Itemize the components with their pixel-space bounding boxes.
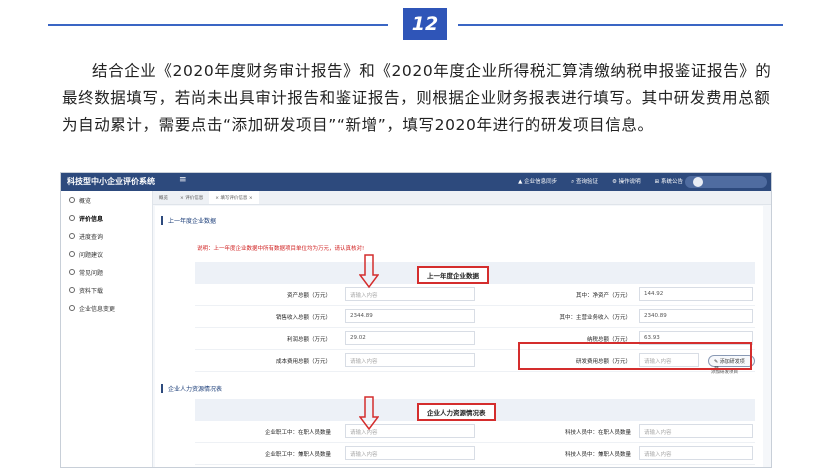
sidebar: 概览 评价信息 进度查询 问题建议 常见问题 资料下载 企业信息变更 [61, 191, 153, 467]
table-header-last-year: 上一年度企业数据 [195, 262, 755, 284]
main-business-income-input[interactable]: 2340.89 [639, 309, 753, 323]
sidebar-item-evaluation[interactable]: 评价信息 [61, 209, 152, 227]
app-title: 科技型中小企业评价系统 [67, 177, 155, 186]
tab-fill-evaluation[interactable]: × 填写评价信息 × [209, 191, 259, 204]
circle-icon [69, 287, 75, 293]
field-label: 企业职工中：在职人员数量 [264, 430, 331, 436]
sidebar-item-label: 企业信息变更 [79, 305, 116, 313]
step-number-badge: 12 [403, 8, 447, 40]
form-row: 资产总额（万元） 请输入内容 其中：净资产（万元） 144.92 [195, 284, 755, 306]
total-sales-input[interactable]: 2344.89 [345, 309, 475, 323]
total-assets-input[interactable]: 请输入内容 [345, 287, 475, 301]
total-cost-input[interactable]: 请输入内容 [345, 353, 475, 367]
circle-icon [69, 269, 75, 275]
circle-icon [69, 233, 75, 239]
top-nav-item-query[interactable]: ⌕ 查询验证 [571, 177, 598, 186]
sidebar-item-progress[interactable]: 进度查询 [61, 227, 152, 245]
down-arrow-icon [359, 396, 379, 431]
table-header-hr: 企业人力资源情况表 [195, 399, 755, 421]
field-label: 科技人员中：在职人员数量 [564, 430, 631, 436]
sidebar-item-label: 评价信息 [79, 215, 104, 223]
tab-overview[interactable]: 概览 [153, 191, 174, 204]
parttime-tech-staff-input[interactable]: 请输入内容 [639, 446, 753, 460]
sidebar-item-label: 概览 [79, 197, 92, 205]
field-label: 其中：净资产（万元） [575, 293, 631, 299]
parttime-staff-input[interactable]: 请输入内容 [345, 446, 475, 460]
table-header-label: 企业人力资源情况表 [417, 403, 496, 421]
app-topbar: 科技型中小企业评价系统 ≡ ▲ 企业信息同步 ⌕ 查询验证 ⚙ 操作说明 ⊞ 系… [61, 173, 771, 191]
field-label: 资产总额（万元） [286, 293, 331, 299]
form-row: 企业职工中：在职人员数量 请输入内容 科技人员中：在职人员数量 请输入内容 [195, 421, 755, 443]
sidebar-item-label: 问题建议 [79, 251, 104, 259]
top-nav-item-guide[interactable]: ⚙ 操作说明 [612, 177, 641, 186]
menu-toggle-icon[interactable]: ≡ [179, 175, 187, 185]
section-title-hr: 企业人力资源情况表 [161, 384, 222, 393]
net-assets-input[interactable]: 144.92 [639, 287, 753, 301]
sidebar-item-company-change[interactable]: 企业信息变更 [61, 299, 152, 317]
top-nav-item-announcement[interactable]: ⊞ 系统公告 [655, 177, 683, 186]
intro-paragraph: 结合企业《2020年度财务审计报告》和《2020年度企业所得税汇算清缴纳税申报鉴… [62, 62, 772, 134]
form-row: 企业职工中：兼职人员数量 请输入内容 科技人员中：兼职人员数量 请输入内容 [195, 443, 755, 465]
sidebar-item-label: 常见问题 [79, 269, 104, 277]
step-header: 12 [48, 8, 783, 42]
circle-icon [69, 197, 75, 203]
circle-icon [69, 215, 75, 221]
sidebar-item-faq[interactable]: 常见问题 [61, 263, 152, 281]
sidebar-item-feedback[interactable]: 问题建议 [61, 245, 152, 263]
sidebar-item-downloads[interactable]: 资料下载 [61, 281, 152, 299]
tab-evaluation[interactable]: × 评价信息 [174, 191, 209, 204]
sidebar-item-label: 进度查询 [79, 233, 104, 241]
top-nav: ▲ 企业信息同步 ⌕ 查询验证 ⚙ 操作说明 ⊞ 系统公告 [518, 177, 683, 186]
fulltime-tech-staff-input[interactable]: 请输入内容 [639, 424, 753, 438]
sidebar-item-overview[interactable]: 概览 [61, 191, 152, 209]
field-label: 成本费用总额（万元） [275, 359, 331, 365]
circle-icon [69, 251, 75, 257]
top-nav-item-sync[interactable]: ▲ 企业信息同步 [518, 177, 557, 186]
field-label: 科技人员中：兼职人员数量 [564, 452, 631, 458]
sidebar-item-label: 资料下载 [79, 287, 104, 295]
app-screenshot: 科技型中小企业评价系统 ≡ ▲ 企业信息同步 ⌕ 查询验证 ⚙ 操作说明 ⊞ 系… [60, 172, 772, 468]
down-arrow-icon [359, 254, 379, 289]
notice-text: 说明：上一年度企业数据中所有数据项目单位均为万元，请认真核对! [197, 246, 365, 252]
field-label: 销售收入总额（万元） [275, 315, 331, 321]
section-title-last-year: 上一年度企业数据 [161, 216, 216, 225]
table-header-label: 上一年度企业数据 [417, 266, 489, 284]
tab-bar: 概览 × 评价信息 × 填写评价信息 × [153, 191, 771, 205]
form-row: 销售收入总额（万元） 2344.89 其中：主营业务收入（万元） 2340.89 [195, 306, 755, 328]
avatar[interactable] [693, 177, 703, 187]
divider-right [458, 24, 783, 26]
field-label: 企业职工中：兼职人员数量 [264, 452, 331, 458]
form-content: 上一年度企业数据 说明：上一年度企业数据中所有数据项目单位均为万元，请认真核对!… [155, 206, 763, 467]
divider-left [48, 24, 388, 26]
rd-highlight-box [518, 342, 752, 370]
circle-icon [69, 305, 75, 311]
field-label: 利润总额（万元） [286, 337, 331, 343]
field-label: 其中：主营业务收入（万元） [559, 315, 631, 321]
total-profit-input[interactable]: 29.02 [345, 331, 475, 345]
